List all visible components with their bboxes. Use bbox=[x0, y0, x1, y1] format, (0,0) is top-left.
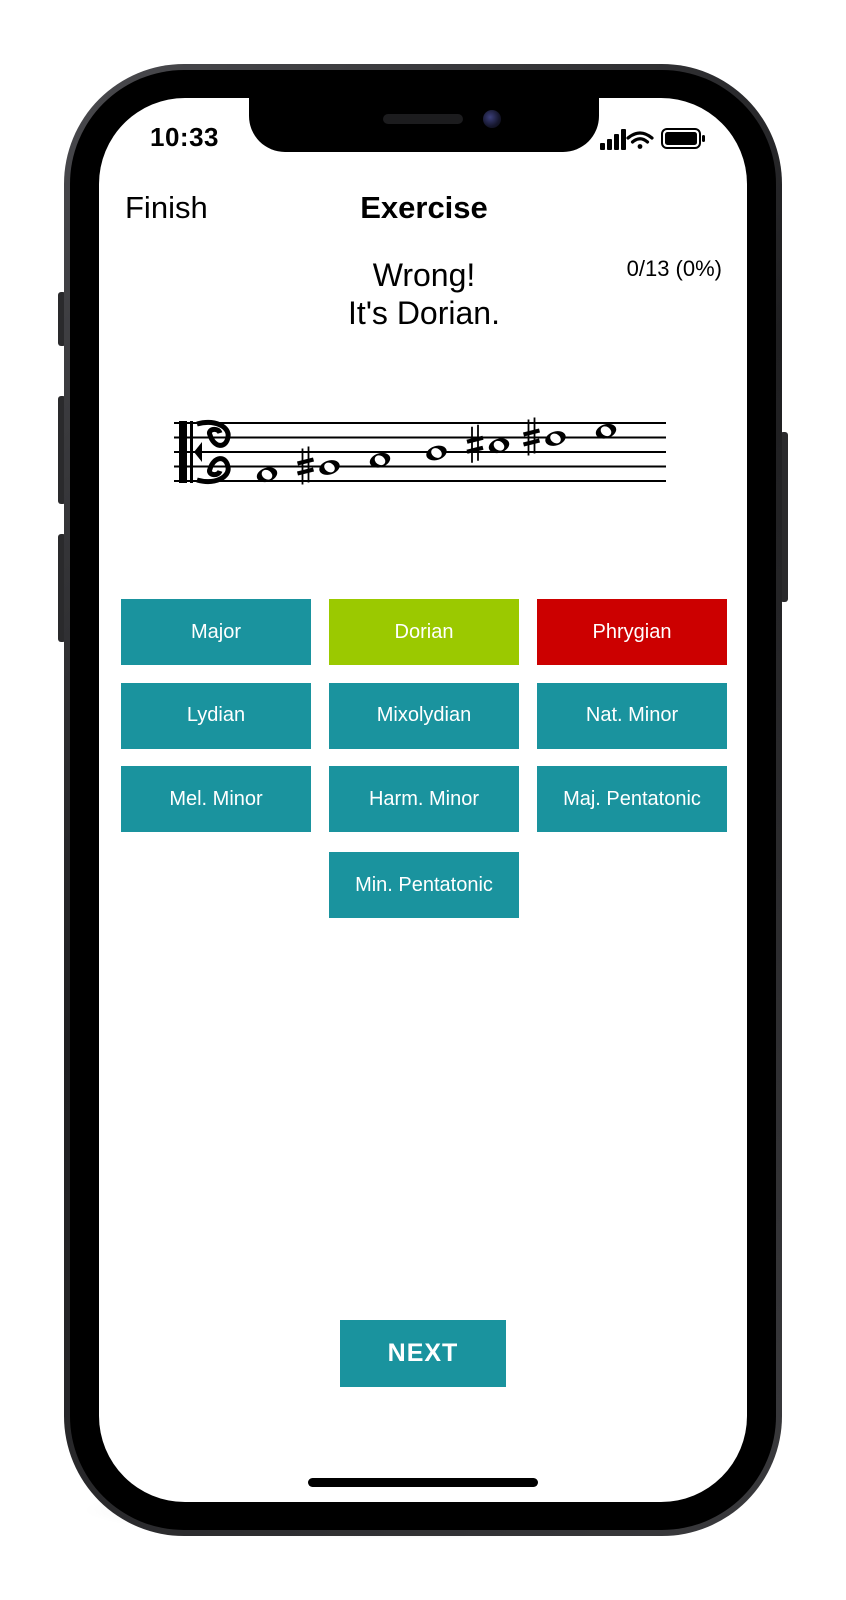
answer-button-min-pentatonic[interactable]: Min. Pentatonic bbox=[329, 852, 519, 918]
wifi-icon bbox=[626, 131, 654, 149]
cellular-signal-icon bbox=[600, 129, 626, 150]
answer-button-lydian[interactable]: Lydian bbox=[121, 682, 311, 749]
next-button[interactable]: NEXT bbox=[340, 1320, 506, 1387]
device-frame: 10:33 Finish Exercise 0/13 (0%) Wrong! I… bbox=[0, 0, 846, 1600]
answer-button-nat-minor[interactable]: Nat. Minor bbox=[537, 682, 727, 749]
notch bbox=[249, 96, 599, 152]
earpiece-speaker bbox=[383, 114, 463, 124]
answer-button-dorian[interactable]: Dorian bbox=[329, 599, 519, 665]
whole-note bbox=[426, 445, 447, 461]
answer-grid: Major Dorian Phrygian Lydian Mixolydian Nat. … bbox=[121, 599, 727, 919]
battery-icon bbox=[661, 128, 705, 149]
answer-button-phrygian[interactable]: Phrygian bbox=[537, 599, 727, 665]
feedback-message: Wrong! It's Dorian. bbox=[249, 256, 599, 332]
answer-button-maj-pentatonic[interactable]: Maj. Pentatonic bbox=[537, 766, 727, 832]
sharp-icon bbox=[466, 424, 484, 463]
staff-lines bbox=[174, 422, 666, 482]
music-staff bbox=[174, 417, 666, 485]
answer-button-major[interactable]: Major bbox=[121, 599, 311, 665]
status-icons bbox=[600, 128, 705, 150]
whole-note bbox=[466, 424, 510, 463]
answer-button-harm-minor[interactable]: Harm. Minor bbox=[329, 766, 519, 832]
finish-button[interactable]: Finish bbox=[125, 190, 208, 226]
feedback-result: Wrong! bbox=[372, 257, 476, 293]
status-time: 10:33 bbox=[150, 122, 219, 152]
page-title: Exercise bbox=[360, 190, 488, 225]
front-camera bbox=[483, 110, 501, 128]
home-indicator[interactable] bbox=[308, 1478, 538, 1487]
score-counter: 0/13 (0%) bbox=[626, 256, 722, 281]
feedback-correct-answer: It's Dorian. bbox=[348, 295, 500, 331]
answer-button-mel-minor[interactable]: Mel. Minor bbox=[121, 766, 311, 832]
answer-button-mixolydian[interactable]: Mixolydian bbox=[329, 682, 519, 749]
